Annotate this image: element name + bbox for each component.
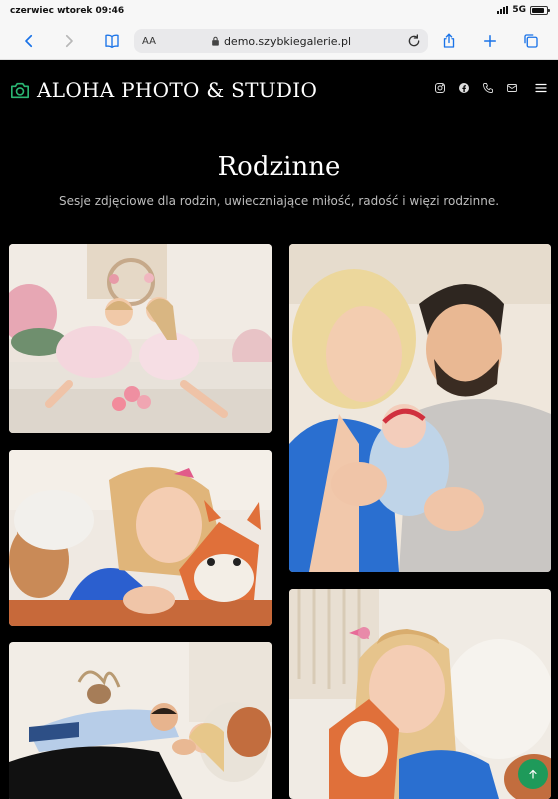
reload-icon[interactable]	[406, 33, 422, 49]
arrow-up-icon	[529, 769, 537, 779]
site-logo[interactable]: ALOHA PHOTO & STUDIO	[9, 78, 317, 102]
photo-couple-lying[interactable]	[9, 642, 272, 799]
status-indicators: 5G	[497, 5, 550, 15]
battery-icon	[530, 5, 550, 15]
new-tab-button[interactable]	[477, 28, 503, 54]
network-label: 5G	[512, 5, 526, 15]
url-text: demo.szybkiegalerie.pl	[223, 34, 352, 48]
address-bar[interactable]: AA demo.szybkiegalerie.pl	[134, 29, 428, 53]
status-time: czerwiec wtorek 09:46	[10, 6, 125, 16]
url-display: demo.szybkiegalerie.pl	[134, 35, 428, 48]
chevron-right-icon	[65, 34, 73, 48]
share-icon	[443, 33, 455, 48]
back-to-top-button[interactable]	[518, 759, 548, 789]
signal-icon	[497, 6, 509, 14]
forward-button[interactable]	[56, 28, 82, 54]
page-hero: Rodzinne Sesje zdjęciowe dla rodzin, uwi…	[0, 122, 558, 242]
site-header: ALOHA PHOTO & STUDIO	[0, 60, 558, 122]
page-subtitle: Sesje zdjęciowe dla rodzin, uwieczniając…	[58, 194, 500, 208]
phone-icon[interactable]	[482, 82, 494, 94]
book-icon	[105, 34, 119, 49]
mail-icon[interactable]	[506, 82, 518, 94]
camera-icon	[10, 82, 29, 99]
lock-icon	[212, 36, 219, 46]
status-bar: czerwiec wtorek 09:46 5G	[0, 0, 558, 22]
plus-icon	[484, 35, 496, 47]
instagram-icon[interactable]	[434, 82, 446, 94]
hamburger-menu-icon[interactable]	[534, 82, 548, 94]
logo-text: ALOHA PHOTO & STUDIO	[37, 78, 318, 102]
bookmarks-button[interactable]	[99, 28, 125, 54]
page-title: Rodzinne	[217, 152, 341, 182]
share-button[interactable]	[436, 28, 462, 54]
photo-girl-with-fox-toy[interactable]	[9, 450, 272, 626]
back-button[interactable]	[16, 28, 42, 54]
photo-girl-with-fox-toy-closeup[interactable]	[289, 589, 551, 799]
photo-couple-with-newborn[interactable]	[289, 244, 551, 572]
header-icons	[434, 82, 548, 94]
chevron-left-icon	[25, 34, 33, 48]
photo-gallery	[0, 244, 558, 799]
tabs-icon	[524, 34, 538, 48]
photo-two-girls-on-bed[interactable]	[9, 244, 272, 433]
browser-toolbar: AA demo.szybkiegalerie.pl	[0, 22, 558, 60]
facebook-icon[interactable]	[458, 82, 470, 94]
tabs-button[interactable]	[518, 28, 544, 54]
